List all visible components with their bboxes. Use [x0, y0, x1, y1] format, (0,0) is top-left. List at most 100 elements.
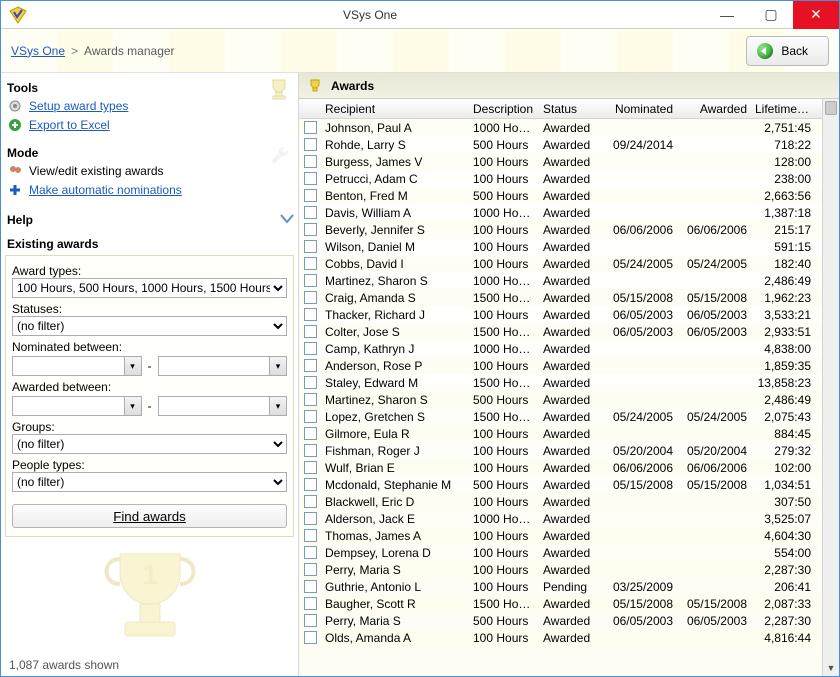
- table-row[interactable]: Martinez, Sharon S1000 HoursAwarded2,486…: [299, 272, 822, 289]
- make-nominations-link[interactable]: Make automatic nominations: [29, 183, 182, 197]
- table-row[interactable]: Benton, Fred M500 HoursAwarded2,663:56: [299, 187, 822, 204]
- row-checkbox[interactable]: [304, 546, 317, 559]
- row-checkbox[interactable]: [304, 223, 317, 236]
- col-nominated[interactable]: Nominated: [603, 102, 677, 116]
- row-checkbox[interactable]: [304, 138, 317, 151]
- row-checkbox[interactable]: [304, 342, 317, 355]
- people-types-select[interactable]: (no filter): [12, 472, 287, 492]
- table-row[interactable]: Burgess, James V100 HoursAwarded128:00: [299, 153, 822, 170]
- row-checkbox[interactable]: [304, 274, 317, 287]
- row-checkbox[interactable]: [304, 461, 317, 474]
- row-checkbox[interactable]: [304, 189, 317, 202]
- export-excel-link[interactable]: Export to Excel: [29, 118, 110, 132]
- vertical-scrollbar[interactable]: ▲ ▼: [822, 99, 839, 676]
- table-row[interactable]: Johnson, Paul A1000 HoursAwarded2,751:45: [299, 119, 822, 136]
- table-row[interactable]: Mcdonald, Stephanie M500 HoursAwarded05/…: [299, 476, 822, 493]
- awarded-to-input[interactable]: [158, 396, 270, 416]
- row-checkbox[interactable]: [304, 325, 317, 338]
- table-row[interactable]: Davis, William A1000 HoursAwarded1,387:1…: [299, 204, 822, 221]
- table-row[interactable]: Martinez, Sharon S500 HoursAwarded2,486:…: [299, 391, 822, 408]
- table-row[interactable]: Lopez, Gretchen S1500 HoursAwarded05/24/…: [299, 408, 822, 425]
- row-checkbox[interactable]: [304, 580, 317, 593]
- cell-awarded: 05/24/2005: [677, 257, 751, 271]
- row-checkbox[interactable]: [304, 444, 317, 457]
- table-row[interactable]: Petrucci, Adam C100 HoursAwarded238:00: [299, 170, 822, 187]
- row-checkbox[interactable]: [304, 512, 317, 525]
- scroll-thumb[interactable]: [825, 101, 837, 115]
- row-checkbox[interactable]: [304, 478, 317, 491]
- setup-award-types-link[interactable]: Setup award types: [29, 99, 128, 113]
- row-checkbox[interactable]: [304, 376, 317, 389]
- col-status[interactable]: Status: [539, 102, 603, 116]
- table-row[interactable]: Dempsey, Lorena D100 HoursAwarded554:00: [299, 544, 822, 561]
- award-types-select[interactable]: 100 Hours, 500 Hours, 1000 Hours, 1500 H…: [12, 278, 287, 298]
- awarded-to-dropdown[interactable]: ▾: [269, 396, 287, 416]
- table-row[interactable]: Wulf, Brian E100 HoursAwarded06/06/20060…: [299, 459, 822, 476]
- table-row[interactable]: Olds, Amanda A100 HoursAwarded4,816:44: [299, 629, 822, 646]
- table-row[interactable]: Fishman, Roger J100 HoursAwarded05/20/20…: [299, 442, 822, 459]
- help-heading[interactable]: Help: [7, 213, 278, 227]
- row-checkbox[interactable]: [304, 427, 317, 440]
- table-row[interactable]: Anderson, Rose P100 HoursAwarded1,859:35: [299, 357, 822, 374]
- statuses-select[interactable]: (no filter): [12, 316, 287, 336]
- table-row[interactable]: Colter, Jose S1500 HoursAwarded06/05/200…: [299, 323, 822, 340]
- row-checkbox[interactable]: [304, 308, 317, 321]
- table-row[interactable]: Camp, Kathryn J1000 HoursAwarded4,838:00: [299, 340, 822, 357]
- row-checkbox[interactable]: [304, 121, 317, 134]
- row-checkbox[interactable]: [304, 291, 317, 304]
- breadcrumb-root[interactable]: VSys One: [11, 44, 65, 58]
- cell-lifetime: 2,486:49: [751, 393, 815, 407]
- row-checkbox[interactable]: [304, 495, 317, 508]
- row-checkbox[interactable]: [304, 631, 317, 644]
- table-row[interactable]: Craig, Amanda S1500 HoursAwarded05/15/20…: [299, 289, 822, 306]
- awarded-from-input[interactable]: [12, 396, 124, 416]
- find-awards-button[interactable]: Find awards: [12, 504, 287, 528]
- back-button[interactable]: Back: [746, 36, 829, 66]
- table-row[interactable]: Perry, Maria S500 HoursAwarded06/05/2003…: [299, 612, 822, 629]
- table-row[interactable]: Rohde, Larry S500 HoursAwarded09/24/2014…: [299, 136, 822, 153]
- view-edit-label: View/edit existing awards: [29, 164, 164, 178]
- row-checkbox[interactable]: [304, 359, 317, 372]
- help-collapse-icon[interactable]: [280, 214, 294, 224]
- row-checkbox[interactable]: [304, 257, 317, 270]
- row-checkbox[interactable]: [304, 529, 317, 542]
- col-lifetime[interactable]: Lifetime hours: [751, 102, 815, 116]
- col-description[interactable]: Description: [469, 102, 539, 116]
- table-row[interactable]: Thomas, James A100 HoursAwarded4,604:30: [299, 527, 822, 544]
- table-row[interactable]: Blackwell, Eric D100 HoursAwarded307:50: [299, 493, 822, 510]
- table-row[interactable]: Cobbs, David I100 HoursAwarded05/24/2005…: [299, 255, 822, 272]
- table-row[interactable]: Staley, Edward M1500 HoursAwarded13,858:…: [299, 374, 822, 391]
- row-checkbox[interactable]: [304, 206, 317, 219]
- row-checkbox[interactable]: [304, 563, 317, 576]
- table-row[interactable]: Gilmore, Eula R100 HoursAwarded884:45: [299, 425, 822, 442]
- nominated-from-input[interactable]: [12, 356, 124, 376]
- row-checkbox[interactable]: [304, 155, 317, 168]
- col-awarded[interactable]: Awarded: [677, 102, 751, 116]
- row-checkbox[interactable]: [304, 614, 317, 627]
- nominated-to-dropdown[interactable]: ▾: [269, 356, 287, 376]
- nominated-to-input[interactable]: [158, 356, 270, 376]
- awarded-from-dropdown[interactable]: ▾: [124, 396, 142, 416]
- row-checkbox[interactable]: [304, 240, 317, 253]
- minimize-button[interactable]: —: [705, 1, 749, 29]
- table-row[interactable]: Thacker, Richard J100 HoursAwarded06/05/…: [299, 306, 822, 323]
- plus-icon: [7, 182, 23, 198]
- nominated-from-dropdown[interactable]: ▾: [124, 356, 142, 376]
- table-row[interactable]: Perry, Maria S100 HoursAwarded2,287:30: [299, 561, 822, 578]
- row-checkbox[interactable]: [304, 597, 317, 610]
- table-row[interactable]: Wilson, Daniel M100 HoursAwarded591:15: [299, 238, 822, 255]
- close-button[interactable]: ✕: [793, 1, 839, 29]
- col-recipient[interactable]: Recipient: [321, 102, 469, 116]
- row-checkbox[interactable]: [304, 410, 317, 423]
- table-row[interactable]: Baugher, Scott R1500 HoursAwarded05/15/2…: [299, 595, 822, 612]
- scroll-down-icon[interactable]: ▼: [823, 660, 839, 676]
- cell-lifetime: 279:32: [751, 444, 815, 458]
- row-checkbox[interactable]: [304, 172, 317, 185]
- maximize-button[interactable]: ▢: [749, 1, 793, 29]
- row-checkbox[interactable]: [304, 393, 317, 406]
- table-row[interactable]: Alderson, Jack E1000 HoursAwarded3,525:0…: [299, 510, 822, 527]
- table-row[interactable]: Guthrie, Antonio L100 HoursPending03/25/…: [299, 578, 822, 595]
- cell-recipient: Blackwell, Eric D: [321, 495, 469, 509]
- table-row[interactable]: Beverly, Jennifer S100 HoursAwarded06/06…: [299, 221, 822, 238]
- groups-select[interactable]: (no filter): [12, 434, 287, 454]
